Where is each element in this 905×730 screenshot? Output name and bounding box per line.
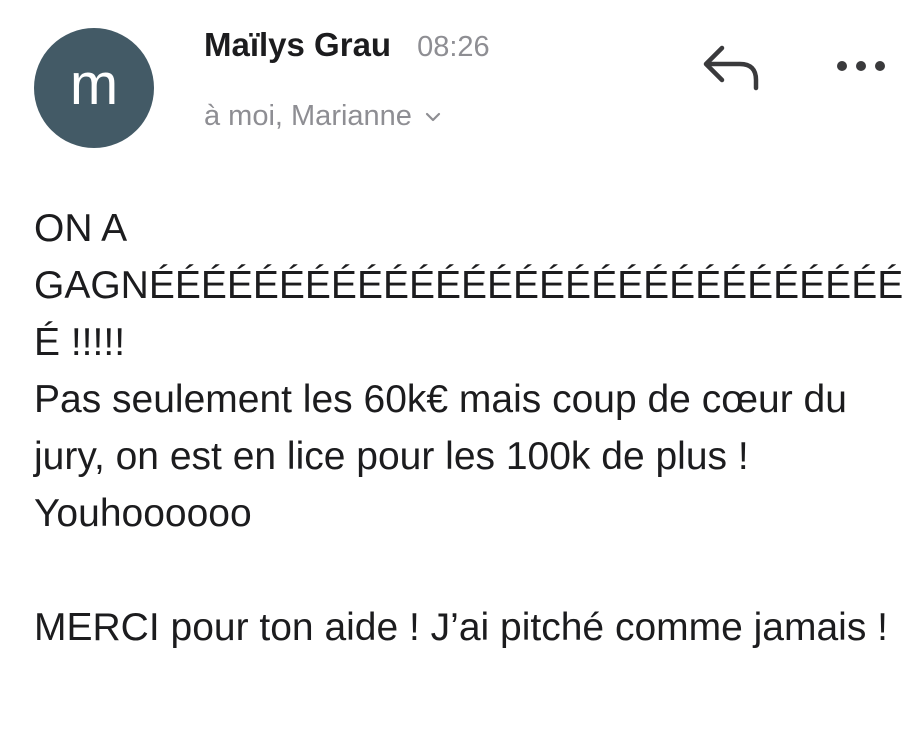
message-paragraph: Pas seulement les 60k€ mais coup de cœur… — [34, 378, 847, 535]
more-horizontal-icon — [837, 61, 885, 71]
message-paragraph: MERCI pour ton aide ! J’ai pitché comme … — [34, 606, 889, 649]
sender-avatar[interactable]: m — [34, 28, 154, 148]
reply-arrow-icon — [703, 45, 759, 91]
message-line: GAGNÉÉÉÉÉÉÉÉÉÉÉÉÉÉÉÉÉÉÉÉÉÉÉÉÉÉÉÉÉ — [34, 264, 904, 307]
message-body: ON A GAGNÉÉÉÉÉÉÉÉÉÉÉÉÉÉÉÉÉÉÉÉÉÉÉÉÉÉÉÉÉ É… — [34, 200, 904, 656]
chevron-down-icon — [425, 112, 441, 121]
message-line: ON A — [34, 207, 128, 250]
reply-button[interactable] — [700, 40, 766, 92]
more-options-button[interactable] — [830, 48, 892, 84]
recipients-toggle[interactable]: à moi, Marianne — [204, 100, 442, 133]
sender-name[interactable]: Maïlys Grau — [204, 26, 391, 64]
message-line: É !!!!! — [34, 321, 126, 364]
sender-header: Maïlys Grau 08:26 — [204, 26, 490, 64]
message-time: 08:26 — [417, 31, 490, 63]
avatar-letter: m — [69, 52, 119, 117]
recipients-label: à moi, Marianne — [204, 100, 412, 132]
